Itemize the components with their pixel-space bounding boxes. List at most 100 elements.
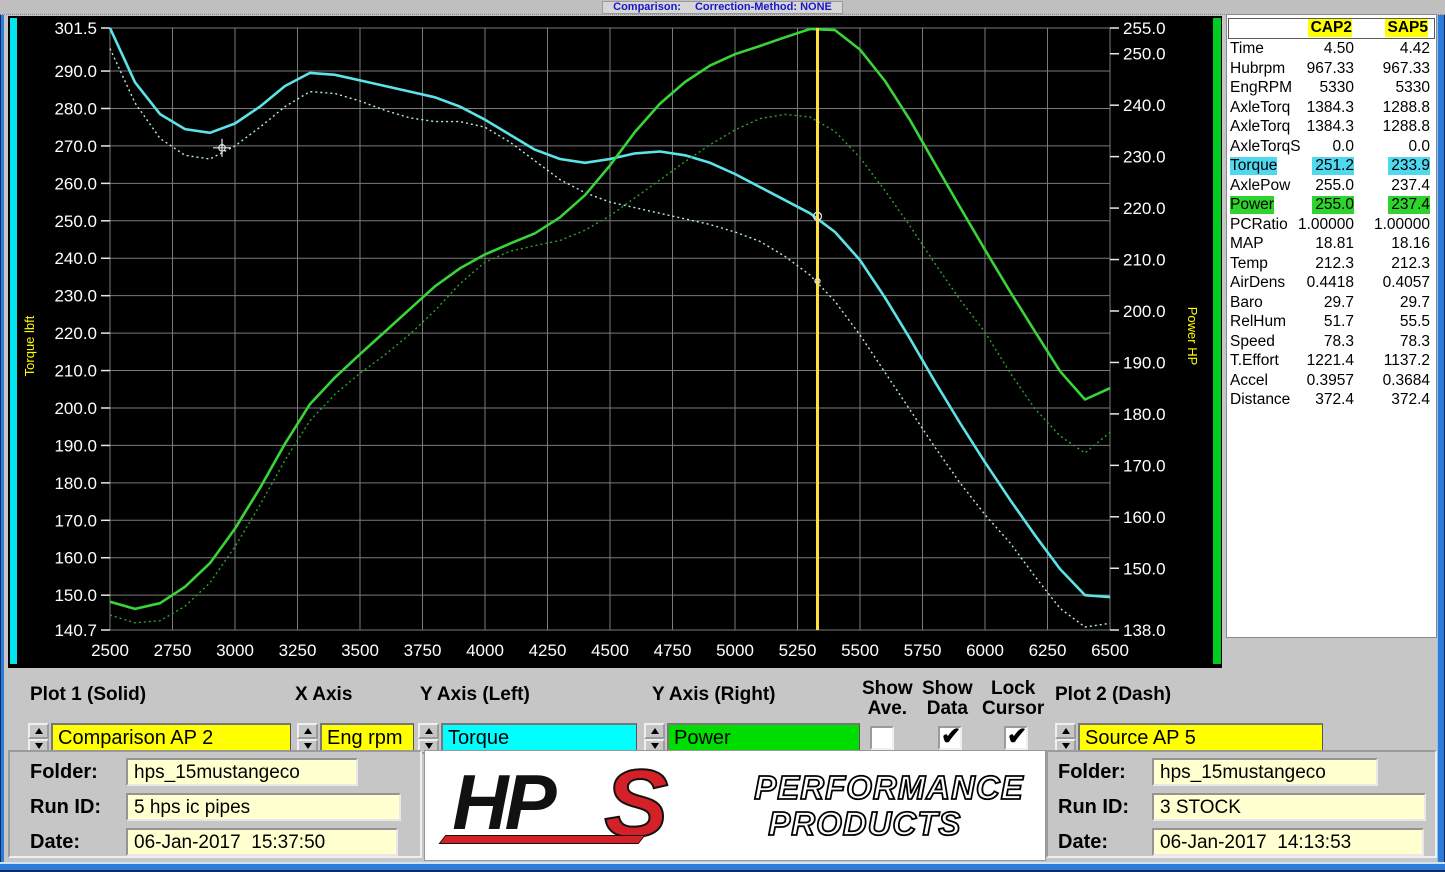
table-row: AxleTorq1384.31288.8 xyxy=(1227,99,1436,119)
table-col1-header: CAP2 xyxy=(1308,19,1352,37)
table-row-label: Time xyxy=(1230,40,1264,58)
left-tick-label: 301.5 xyxy=(54,19,97,38)
x-tick-label: 3250 xyxy=(279,641,317,660)
table-row: AirDens0.44180.4057 xyxy=(1227,274,1436,294)
x-tick-label: 3000 xyxy=(216,641,254,660)
hps-logo-panel: HP S PERFORMANCE PRODUCTS xyxy=(424,750,1046,861)
plot2-label: Plot 2 (Dash) xyxy=(1055,685,1171,705)
table-row-value: 5330 xyxy=(1393,79,1430,97)
table-row: AxleTorq1384.31288.8 xyxy=(1227,118,1436,138)
table-row-value: 0.4418 xyxy=(1304,274,1354,292)
table-row-value: 78.3 xyxy=(1397,333,1430,351)
table-row-value: 255.0 xyxy=(1312,196,1354,214)
run1-folder-field[interactable]: hps_15mustangeco xyxy=(126,758,358,786)
table-row-value: 51.7 xyxy=(1321,313,1354,331)
spinner-up-icon[interactable] xyxy=(1055,723,1076,739)
dyno-app-window: Comparison: Correction-Method: NONE 301.… xyxy=(0,0,1445,872)
window-border-bottom xyxy=(0,862,1445,872)
table-row-value: 0.3684 xyxy=(1380,372,1430,390)
hps-logo-words: PERFORMANCE PRODUCTS xyxy=(754,772,1024,840)
performance-text: PERFORMANCE xyxy=(754,772,1024,804)
x-tick-label: 5750 xyxy=(904,641,942,660)
table-row-label: Accel xyxy=(1230,372,1268,390)
run2-date-field[interactable]: 06-Jan-2017 14:13:53 xyxy=(1152,828,1424,856)
table-row-value: 237.4 xyxy=(1388,196,1430,214)
table-row: Time4.504.42 xyxy=(1227,40,1436,60)
show-data-label: ShowData xyxy=(922,679,973,719)
table-row-label: AxleTorqS xyxy=(1230,138,1301,156)
right-axis-color-bar xyxy=(1213,18,1221,664)
table-row-value: 1.00000 xyxy=(1295,216,1354,234)
table-row-value: 1384.3 xyxy=(1304,118,1354,136)
yaxis-left-label: Y Axis (Left) xyxy=(420,685,530,705)
table-row-value: 29.7 xyxy=(1321,294,1354,312)
x-tick-label: 4250 xyxy=(529,641,567,660)
table-row: Temp212.3212.3 xyxy=(1227,255,1436,275)
x-tick-label: 5500 xyxy=(841,641,879,660)
x-tick-label: 4000 xyxy=(466,641,504,660)
run1-id-label: Run ID: xyxy=(30,796,126,819)
left-axis-title: Torque lbft xyxy=(22,315,37,376)
left-tick-label: 190.0 xyxy=(54,436,97,455)
spinner-up-icon[interactable] xyxy=(418,723,439,739)
plot1-label: Plot 1 (Solid) xyxy=(30,685,146,705)
table-row-value: 1288.8 xyxy=(1380,99,1430,117)
table-row-label: T.Effort xyxy=(1230,352,1279,370)
show-ave-label: ShowAve. xyxy=(862,679,913,719)
run1-date-field[interactable]: 06-Jan-2017 15:37:50 xyxy=(126,828,398,856)
x-tick-label: 5250 xyxy=(779,641,817,660)
x-tick-label: 3750 xyxy=(404,641,442,660)
run1-id-field[interactable]: 5 hps ic pipes xyxy=(126,793,401,821)
run2-id-field[interactable]: 3 STOCK xyxy=(1152,793,1426,821)
table-row-value: 967.33 xyxy=(1304,60,1354,78)
right-tick-label: 200.0 xyxy=(1123,302,1166,321)
x-tick-label: 6250 xyxy=(1029,641,1067,660)
cursor-data-table: CAP2 SAP5 Time4.504.42Hubrpm967.33967.33… xyxy=(1226,14,1437,638)
hps-logo-swoosh xyxy=(439,835,646,844)
table-row-value: 251.2 xyxy=(1312,157,1354,175)
right-tick-label: 250.0 xyxy=(1123,45,1166,64)
correction-method-box: Comparison: Correction-Method: NONE xyxy=(602,1,843,14)
table-row-label: Temp xyxy=(1230,255,1268,273)
spinner-up-icon[interactable] xyxy=(28,723,49,739)
table-row-value: 0.3957 xyxy=(1304,372,1354,390)
spinner-up-icon[interactable] xyxy=(644,723,665,739)
left-tick-label: 280.0 xyxy=(54,99,97,118)
lock-cursor-checkbox[interactable]: ✔ xyxy=(1004,726,1028,750)
table-row-label: PCRatio xyxy=(1230,216,1288,234)
right-tick-label: 180.0 xyxy=(1123,405,1166,424)
main-content: 301.5290.0280.0270.0260.0250.0240.0230.0… xyxy=(4,15,1437,862)
table-row-label: EngRPM xyxy=(1230,79,1292,97)
show-data-checkbox[interactable]: ✔ xyxy=(938,726,962,750)
spinner-up-icon[interactable] xyxy=(297,723,318,739)
table-col2-header: SAP5 xyxy=(1385,19,1429,37)
lock-cursor-label: LockCursor xyxy=(982,679,1044,719)
run1-date-label: Date: xyxy=(30,831,126,854)
table-row-label: Distance xyxy=(1230,391,1290,409)
dyno-chart-svg[interactable]: 301.5290.0280.0270.0260.0250.0240.0230.0… xyxy=(8,16,1222,668)
x-tick-label: 5000 xyxy=(716,641,754,660)
table-row-value: 4.50 xyxy=(1321,40,1354,58)
table-row-value: 78.3 xyxy=(1321,333,1354,351)
dyno-chart[interactable]: 301.5290.0280.0270.0260.0250.0240.0230.0… xyxy=(8,16,1222,668)
left-tick-label: 200.0 xyxy=(54,399,97,418)
table-row-label: AxleTorq xyxy=(1230,99,1290,117)
table-row-label: Speed xyxy=(1230,333,1275,351)
show-ave-checkbox[interactable] xyxy=(870,726,894,750)
left-tick-label: 250.0 xyxy=(54,212,97,231)
right-tick-label: 210.0 xyxy=(1123,251,1166,270)
comparison-label: Comparison: xyxy=(613,1,681,13)
table-body: Time4.504.42Hubrpm967.33967.33EngRPM5330… xyxy=(1227,40,1436,411)
run1-folder-label: Folder: xyxy=(30,761,126,784)
right-tick-label: 150.0 xyxy=(1123,559,1166,578)
run2-folder-field[interactable]: hps_15mustangeco xyxy=(1152,758,1378,786)
left-tick-label: 210.0 xyxy=(54,362,97,381)
right-tick-label: 220.0 xyxy=(1123,199,1166,218)
table-row-label: AirDens xyxy=(1230,274,1285,292)
right-tick-label: 240.0 xyxy=(1123,96,1166,115)
window-border-left xyxy=(0,15,4,872)
hps-logo-hp-text: HP xyxy=(452,757,552,848)
table-row: Power255.0237.4 xyxy=(1227,196,1436,216)
table-row-value: 29.7 xyxy=(1397,294,1430,312)
left-tick-label: 150.0 xyxy=(54,586,97,605)
